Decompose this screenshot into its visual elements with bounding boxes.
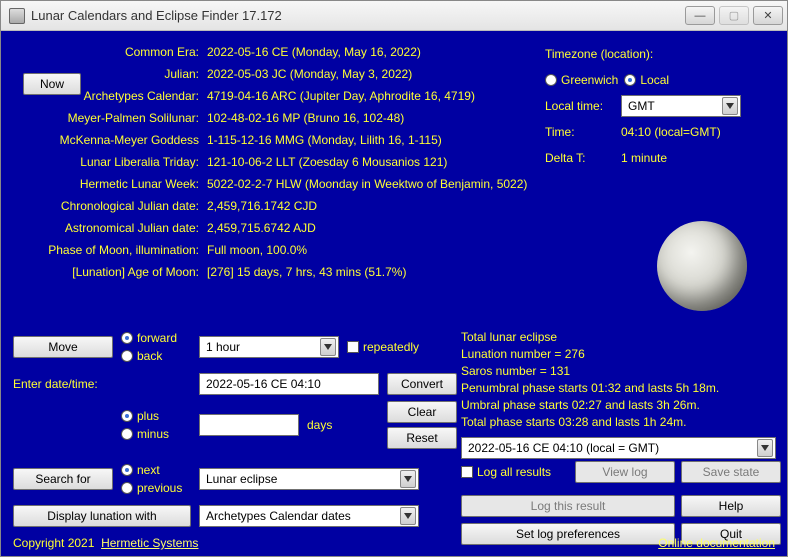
days-input[interactable] xyxy=(199,414,299,436)
copyright: Copyright 2021 Hermetic Systems xyxy=(13,536,198,550)
localtime-select[interactable]: GMT xyxy=(621,95,741,117)
days-label: days xyxy=(307,418,379,432)
move-step-select[interactable]: 1 hour xyxy=(199,336,339,358)
window-title: Lunar Calendars and Eclipse Finder 17.17… xyxy=(31,8,685,23)
next-radio[interactable]: next xyxy=(121,463,191,477)
reset-button[interactable]: Reset xyxy=(387,427,457,449)
localtime-label: Local time: xyxy=(545,95,615,117)
plus-radio[interactable]: plus xyxy=(121,409,191,423)
datetime-input[interactable]: 2022-05-16 CE 04:10 xyxy=(199,373,379,395)
display-calendar-select[interactable]: Archetypes Calendar dates xyxy=(199,505,419,527)
deltat-label: Delta T: xyxy=(545,147,615,169)
history-select[interactable]: 2022-05-16 CE 04:10 (local = GMT) xyxy=(461,437,776,459)
log-all-checkbox[interactable]: Log all results xyxy=(461,465,569,479)
minimize-button[interactable]: — xyxy=(685,6,715,25)
minus-radio[interactable]: minus xyxy=(121,427,191,441)
log-this-button: Log this result xyxy=(461,495,675,517)
repeatedly-checkbox[interactable]: repeatedly xyxy=(347,340,419,354)
online-doc-link[interactable]: Online documentation xyxy=(658,536,775,550)
deltat-value: 1 minute xyxy=(621,147,667,169)
app-window: Lunar Calendars and Eclipse Finder 17.17… xyxy=(0,0,788,557)
chevron-down-icon xyxy=(757,439,773,457)
time-value: 04:10 (local=GMT) xyxy=(621,121,721,143)
clear-button[interactable]: Clear xyxy=(387,401,457,423)
tz-greenwich-radio[interactable]: Greenwich xyxy=(545,69,618,91)
forward-radio[interactable]: forward xyxy=(121,331,191,345)
client-area: Now Common Era: Julian: Archetypes Calen… xyxy=(1,31,787,556)
search-button[interactable]: Search for xyxy=(13,468,113,490)
timezone-label: Timezone (location): xyxy=(545,43,653,65)
eclipse-info: Total lunar eclipse Lunation number = 27… xyxy=(461,329,776,459)
previous-radio[interactable]: previous xyxy=(121,481,191,495)
chevron-down-icon xyxy=(722,97,738,115)
time-label: Time: xyxy=(545,121,615,143)
enter-datetime-label: Enter date/time: xyxy=(13,377,113,391)
back-radio[interactable]: back xyxy=(121,349,191,363)
search-target-select[interactable]: Lunar eclipse xyxy=(199,468,419,490)
field-values: 2022-05-16 CE (Monday, May 16, 2022) 202… xyxy=(207,41,537,283)
app-icon xyxy=(9,8,25,24)
moon-image xyxy=(657,221,747,311)
convert-button[interactable]: Convert xyxy=(387,373,457,395)
hermetic-link[interactable]: Hermetic Systems xyxy=(101,536,198,550)
close-button[interactable]: ✕ xyxy=(753,6,783,25)
tz-local-radio[interactable]: Local xyxy=(624,69,669,91)
save-state-button: Save state xyxy=(681,461,781,483)
chevron-down-icon xyxy=(320,338,336,356)
view-log-button: View log xyxy=(575,461,675,483)
now-button[interactable]: Now xyxy=(23,73,81,95)
chevron-down-icon xyxy=(400,507,416,525)
maximize-button: ▢ xyxy=(719,6,749,25)
titlebar[interactable]: Lunar Calendars and Eclipse Finder 17.17… xyxy=(1,1,787,31)
help-button[interactable]: Help xyxy=(681,495,781,517)
chevron-down-icon xyxy=(400,470,416,488)
move-button[interactable]: Move xyxy=(13,336,113,358)
display-lunation-button[interactable]: Display lunation with xyxy=(13,505,191,527)
